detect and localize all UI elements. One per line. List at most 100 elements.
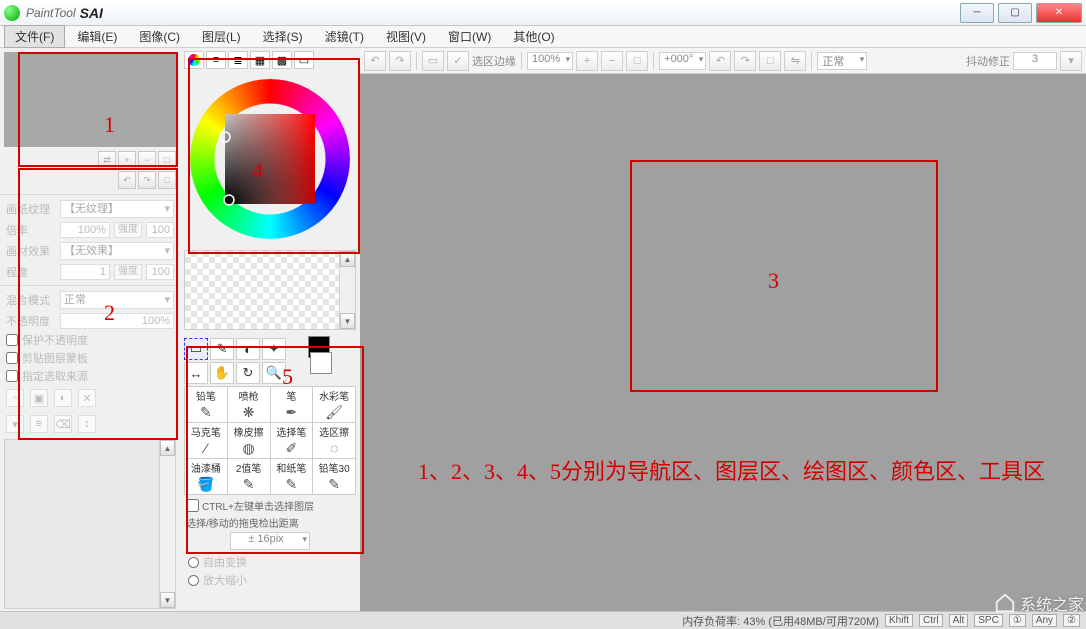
brush-label: 油漆桶: [185, 460, 227, 475]
eyedropper-tool-icon[interactable]: 🔍: [262, 362, 286, 384]
menu-window[interactable]: 窗口(W): [438, 26, 501, 47]
new-folder-icon[interactable]: ▣: [30, 389, 48, 407]
hand-tool-icon[interactable]: ✋: [210, 362, 234, 384]
brush-2值笔[interactable]: 2值笔✎: [228, 459, 270, 494]
clipping-mask-checkbox[interactable]: 剪贴图层蒙板: [0, 349, 180, 367]
opacity-input[interactable]: 100%: [60, 313, 174, 329]
swatch-mode-icon[interactable]: ▩: [272, 51, 292, 69]
zoom-combo[interactable]: 100%: [527, 52, 573, 70]
commit-button[interactable]: ✓: [447, 51, 469, 71]
zoom-tool-icon[interactable]: ↔: [184, 362, 208, 384]
brush-马克笔[interactable]: 马克笔∕: [185, 423, 227, 458]
display-mode-combo[interactable]: 正常: [817, 52, 867, 70]
new-layer-icon[interactable]: ▫: [6, 389, 24, 407]
intensity2-input[interactable]: 100: [146, 264, 174, 280]
free-transform-radio[interactable]: 自由变换: [184, 553, 356, 571]
drag-detect-value[interactable]: ± 16pix: [230, 532, 310, 550]
magic-wand-tool-icon[interactable]: ◐: [236, 338, 260, 360]
canvas-toolbar: ↶ ↷ ▭ ✓ 选区边缘 100% + − □ +000° ↶ ↷ □ ⇋ 正常…: [360, 48, 1086, 74]
rect-select-tool-icon[interactable]: ▭: [184, 338, 208, 360]
rotate-ccw-button[interactable]: ↶: [709, 51, 731, 71]
scroll-up-icon[interactable]: ▲: [160, 440, 175, 456]
zoom-in-button[interactable]: +: [576, 51, 598, 71]
mixer-mode-icon[interactable]: ▦: [250, 51, 270, 69]
nav-zoomout-button[interactable]: −: [138, 151, 156, 169]
brush-铅笔[interactable]: 铅笔✎: [185, 387, 227, 422]
brush-铅笔30[interactable]: 铅笔30✎: [313, 459, 355, 494]
brush-effect-combo[interactable]: 【无效果】: [60, 242, 174, 260]
selection-edge-label[interactable]: 选区边缘: [472, 53, 516, 69]
move-layer-icon[interactable]: ↕: [78, 415, 96, 433]
menu-filter[interactable]: 滤镜(T): [315, 26, 374, 47]
ctrl-click-checkbox[interactable]: CTRL+左键单击选择图层: [184, 497, 356, 514]
deselect-button[interactable]: ▭: [422, 51, 444, 71]
close-button[interactable]: ✕: [1036, 3, 1082, 23]
brush-喷枪[interactable]: 喷枪❋: [228, 387, 270, 422]
color-wheel[interactable]: [185, 74, 355, 244]
scratchpad-mode-icon[interactable]: ▭: [294, 51, 314, 69]
degree-input[interactable]: 1: [60, 264, 110, 280]
stabilizer-dropdown-icon[interactable]: ▾: [1060, 51, 1082, 71]
magnification-input[interactable]: 100%: [60, 222, 110, 238]
nav-reset-button[interactable]: □: [158, 151, 176, 169]
brush-和纸笔[interactable]: 和纸笔✎: [271, 459, 313, 494]
blend-mode-label: 混合模式: [6, 292, 56, 308]
menu-edit[interactable]: 编辑(E): [67, 26, 127, 47]
canvas[interactable]: [360, 74, 1086, 611]
merge-down-icon[interactable]: ▾: [6, 415, 24, 433]
brush-选择笔[interactable]: 选择笔✐: [271, 423, 313, 458]
scroll-up-icon[interactable]: ▲: [340, 251, 355, 267]
nav-flip-button[interactable]: ⇄: [98, 151, 116, 169]
delete-layer-icon[interactable]: ✕: [78, 389, 96, 407]
menu-select[interactable]: 选择(S): [253, 26, 313, 47]
menu-image[interactable]: 图像(C): [129, 26, 190, 47]
swatch-panel[interactable]: ▲ ▼: [184, 250, 356, 330]
redo-button[interactable]: ↷: [389, 51, 411, 71]
intensity-input[interactable]: 100: [146, 222, 174, 238]
brush-笔[interactable]: 笔✒: [271, 387, 313, 422]
menu-other[interactable]: 其他(O): [503, 26, 564, 47]
color-wheel-mode-icon[interactable]: [184, 51, 204, 69]
move-tool-icon[interactable]: ✦: [262, 338, 286, 360]
nav-rotate-r-button[interactable]: ↷: [138, 171, 156, 189]
brush-选区擦[interactable]: 选区擦◌: [313, 423, 355, 458]
stabilizer-input[interactable]: 3: [1013, 52, 1057, 70]
zoom-out-button[interactable]: −: [601, 51, 623, 71]
layer-mask-icon[interactable]: ◐: [54, 389, 72, 407]
nav-rot-reset-button[interactable]: □: [158, 171, 176, 189]
scroll-down-icon[interactable]: ▼: [160, 592, 175, 608]
menu-file[interactable]: 文件(F): [4, 25, 65, 48]
flip-button[interactable]: ⇋: [784, 51, 806, 71]
minimize-button[interactable]: ─: [960, 3, 994, 23]
angle-combo[interactable]: +000°: [659, 52, 706, 70]
rgb-slider-mode-icon[interactable]: ≡: [206, 51, 226, 69]
selection-source-checkbox[interactable]: 指定选取来源: [0, 367, 180, 385]
background-color-swatch[interactable]: [310, 352, 332, 374]
scale-radio[interactable]: 放大缩小: [184, 571, 356, 589]
flatten-icon[interactable]: ≡: [30, 415, 48, 433]
blend-mode-combo[interactable]: 正常: [60, 291, 174, 309]
nav-zoomin-button[interactable]: +: [118, 151, 136, 169]
brush-橡皮擦[interactable]: 橡皮擦◍: [228, 423, 270, 458]
paper-texture-combo[interactable]: 【无纹理】: [60, 200, 174, 218]
lasso-tool-icon[interactable]: ✎: [210, 338, 234, 360]
rotate-cw-button[interactable]: ↷: [734, 51, 756, 71]
nav-rotate-l-button[interactable]: ↶: [118, 171, 136, 189]
menu-view[interactable]: 视图(V): [376, 26, 436, 47]
brush-油漆桶[interactable]: 油漆桶🪣: [185, 459, 227, 494]
rotate-tool-icon[interactable]: ↻: [236, 362, 260, 384]
brush-水彩笔[interactable]: 水彩笔🖌: [313, 387, 355, 422]
clear-layer-icon[interactable]: ⌫: [54, 415, 72, 433]
undo-button[interactable]: ↶: [364, 51, 386, 71]
navigator-thumbnail[interactable]: [4, 52, 176, 147]
menu-layer[interactable]: 图层(L): [192, 26, 251, 47]
maximize-button[interactable]: ▢: [998, 3, 1032, 23]
zoom-reset-button[interactable]: □: [626, 51, 648, 71]
layer-scrollbar[interactable]: ▲ ▼: [159, 440, 175, 608]
layer-list[interactable]: ▲ ▼: [4, 439, 176, 609]
protect-opacity-checkbox[interactable]: 保护不透明度: [0, 331, 180, 349]
swatch-scrollbar[interactable]: ▲ ▼: [339, 251, 355, 329]
scroll-down-icon[interactable]: ▼: [340, 313, 355, 329]
rotate-reset-button[interactable]: □: [759, 51, 781, 71]
hsv-slider-mode-icon[interactable]: ≣: [228, 51, 248, 69]
